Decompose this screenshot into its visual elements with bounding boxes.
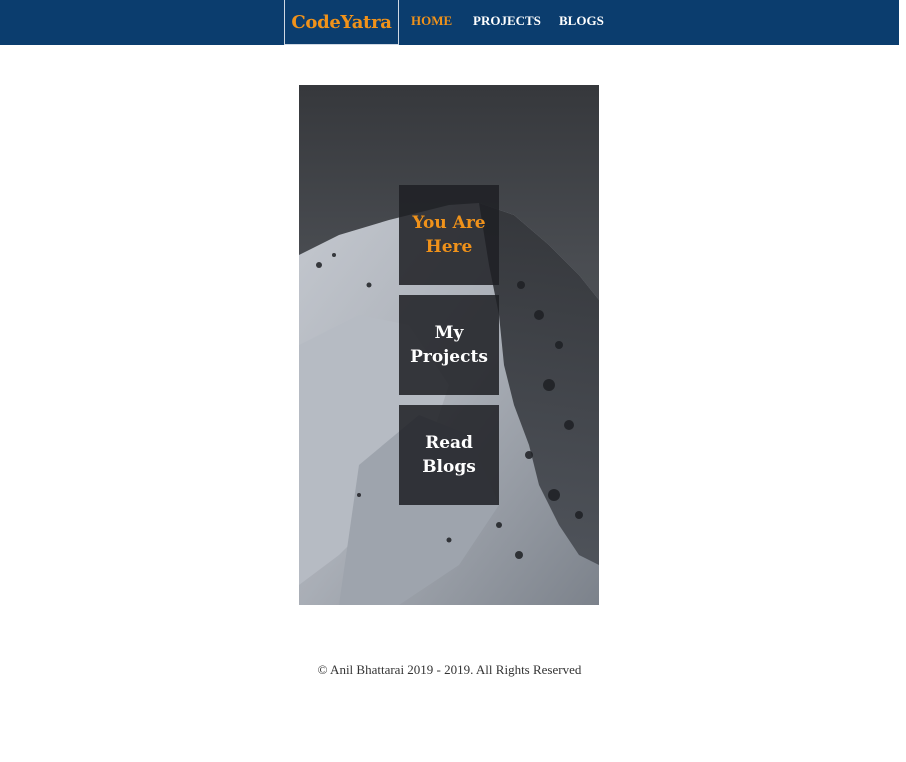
nav-link-blogs[interactable]: BLOGS — [559, 0, 604, 42]
tile-my-projects[interactable]: My Projects — [399, 295, 499, 395]
brand-logo-link[interactable]: CodeYatra — [284, 0, 399, 45]
nav-link-projects[interactable]: PROJECTS — [473, 0, 541, 42]
hero-section: You Are Here My Projects Read Blogs — [299, 85, 599, 605]
top-navbar: CodeYatra HOME PROJECTS BLOGS — [0, 0, 899, 45]
nav-link-home[interactable]: HOME — [411, 0, 452, 42]
tile-read-blogs[interactable]: Read Blogs — [399, 405, 499, 505]
footer-copyright: © Anil Bhattarai 2019 - 2019. All Rights… — [317, 662, 582, 677]
tile-you-are-here[interactable]: You Are Here — [399, 185, 499, 285]
